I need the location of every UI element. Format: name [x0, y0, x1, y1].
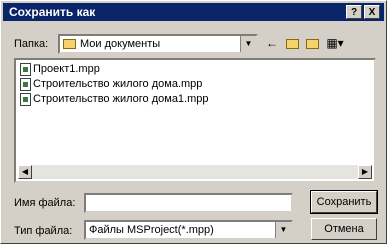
filetype-label: Тип файла:	[14, 225, 73, 237]
chevron-down-icon[interactable]: ▼	[275, 222, 291, 238]
list-item[interactable]: Строительство жилого дома1.mpp	[20, 92, 209, 107]
folder-value: Мои документы	[80, 38, 161, 50]
window-title: Сохранить как	[9, 5, 96, 19]
folder-label: Папка:	[14, 38, 49, 50]
save-button[interactable]: Сохранить	[310, 190, 378, 214]
cancel-button[interactable]: Отмена	[311, 218, 377, 240]
up-folder-icon[interactable]	[282, 34, 302, 52]
close-button[interactable]: X	[364, 5, 380, 19]
view-menu-icon[interactable]: ▦▾	[322, 34, 348, 52]
horizontal-scrollbar[interactable]: ◀ ▶	[18, 165, 372, 179]
new-folder-icon[interactable]	[302, 34, 322, 52]
list-item[interactable]: Строительство жилого дома.mpp	[20, 77, 202, 92]
filename-input[interactable]	[84, 193, 293, 213]
filename-label: Имя файла:	[14, 197, 76, 209]
help-button[interactable]: ?	[346, 5, 362, 19]
filetype-select[interactable]: Файлы MSProject(*.mpp) ▼	[84, 220, 293, 240]
filetype-value: Файлы MSProject(*.mpp)	[89, 224, 214, 236]
list-item[interactable]: Проект1.mpp	[20, 62, 100, 77]
back-arrow-icon[interactable]: ←	[262, 34, 282, 52]
scroll-right-icon[interactable]: ▶	[358, 165, 372, 179]
file-list[interactable]: Проект1.mpp Строительство жилого дома.mp…	[14, 58, 376, 183]
chevron-down-icon[interactable]: ▼	[240, 36, 256, 52]
mpp-file-icon	[20, 77, 31, 91]
scroll-left-icon[interactable]: ◀	[18, 165, 32, 179]
mpp-file-icon	[20, 62, 31, 76]
title-bar[interactable]: Сохранить как ? X	[3, 3, 384, 21]
mpp-file-icon	[20, 92, 31, 106]
save-as-dialog: Сохранить как ? X Папка: Мои документы ▼…	[0, 0, 387, 244]
folder-combo[interactable]: Мои документы ▼	[58, 34, 258, 54]
folder-icon	[63, 39, 76, 50]
